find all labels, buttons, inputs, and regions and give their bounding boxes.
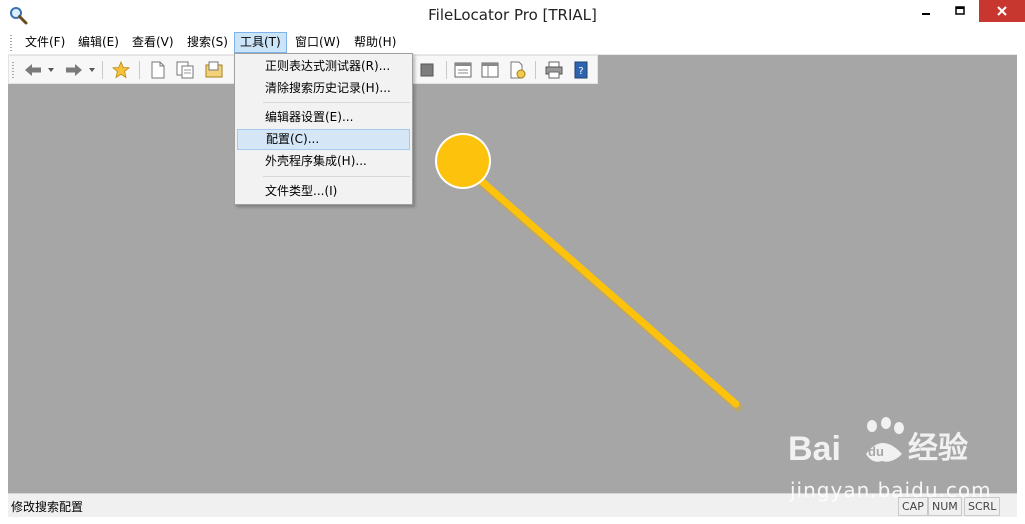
new-document-icon [151,61,165,79]
menubar-grip[interactable] [10,35,12,51]
back-arrow-icon [25,64,41,76]
favorites-star-icon [112,61,130,79]
menu-item-shell-integration[interactable]: 外壳程序集成(H)... [237,151,410,172]
toolbar-grip[interactable] [12,62,14,78]
help-book-icon: ? [574,61,588,79]
menu-separator [263,102,410,103]
baidu-jingyan-watermark-logo: Bai du 经验 [788,417,968,468]
menu-item-clear-search-history[interactable]: 清除搜索历史记录(H)... [237,78,410,99]
maximize-icon [954,6,965,15]
svg-text:经验: 经验 [908,431,968,466]
menu-tools[interactable]: 工具(T) [234,32,287,53]
menu-bar: 文件(F) 编辑(E) 查看(V) 搜索(S) 工具(T) 窗口(W) 帮助(H… [8,31,1017,55]
close-button[interactable] [979,0,1025,22]
favorites-button[interactable] [111,60,131,80]
watermark-url: jingyan.baidu.com [790,478,992,502]
menu-item-regex-tester[interactable]: 正则表达式测试器(R)... [237,56,410,77]
layout-view-button[interactable] [480,60,500,80]
status-text: 修改搜索配置 [11,500,84,514]
menu-item-file-types[interactable]: 文件类型...(I) [237,181,410,202]
forward-button[interactable] [64,60,84,80]
tools-menu-dropdown: 正则表达式测试器(R)... 清除搜索历史记录(H)... 编辑器设置(E)..… [234,53,413,205]
svg-text:du: du [868,444,884,459]
svg-text:?: ? [578,66,583,77]
menu-item-configuration[interactable]: 配置(C)... [237,129,410,150]
copy-button[interactable] [175,60,195,80]
document-settings-button[interactable] [508,60,528,80]
svg-text:Bai: Bai [788,430,841,468]
menu-window[interactable]: 窗口(W) [290,33,345,52]
title-bar[interactable]: FileLocator Pro [TRIAL] [0,0,1025,31]
chevron-down-icon [48,68,54,72]
back-dropdown[interactable] [47,60,55,80]
close-icon [997,6,1007,16]
toolbar-separator [102,61,103,79]
layout-view-icon [481,62,499,78]
forward-dropdown[interactable] [88,60,96,80]
results-view-button[interactable] [453,60,473,80]
stop-button[interactable] [417,60,437,80]
maximize-button[interactable] [944,0,975,22]
print-icon [545,61,563,79]
open-folder-icon [205,61,223,78]
document-settings-icon [510,61,526,79]
back-button[interactable] [23,60,43,80]
new-search-button[interactable] [148,60,168,80]
stop-icon [420,63,434,77]
forward-arrow-icon [66,64,82,76]
results-view-icon [454,62,472,78]
window-title: FileLocator Pro [TRIAL] [428,6,597,24]
help-button[interactable]: ? [571,60,591,80]
toolbar-separator [139,61,140,79]
print-button[interactable] [544,60,564,80]
menu-view[interactable]: 查看(V) [127,33,179,52]
menu-separator [263,176,410,177]
chevron-down-icon [89,68,95,72]
minimize-button[interactable] [910,0,941,22]
copy-document-icon [176,61,194,79]
open-button[interactable] [204,60,224,80]
menu-edit[interactable]: 编辑(E) [73,33,124,52]
toolbar-empty-area [598,55,1017,84]
menu-search[interactable]: 搜索(S) [182,33,233,52]
menu-file[interactable]: 文件(F) [20,33,70,52]
menu-help[interactable]: 帮助(H) [349,33,401,52]
app-window: FileLocator Pro [TRIAL] 文件(F) 编辑(E) 查看(V… [0,0,1025,524]
menu-item-editor-settings[interactable]: 编辑器设置(E)... [237,107,410,128]
minimize-icon [921,13,930,15]
toolbar-separator [446,61,447,79]
toolbar-separator [535,61,536,79]
